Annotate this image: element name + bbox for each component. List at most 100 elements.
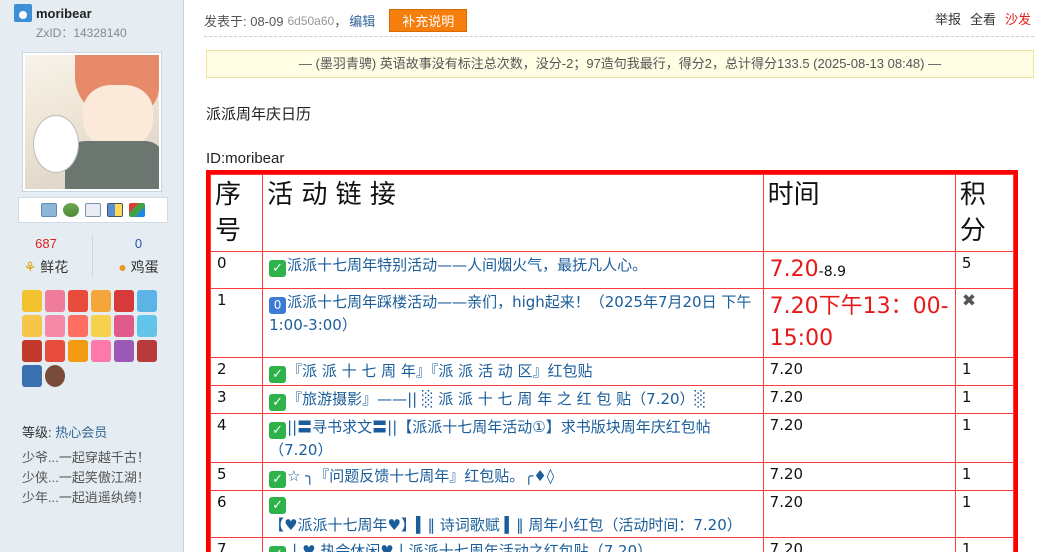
medal-icon[interactable] (22, 365, 42, 387)
header-index: 序号 (210, 174, 264, 252)
event-link[interactable]: 【♥派派十七周年♥】▍‖ 诗词歌赋 ▍‖ 周年小红包（活动时间：7.20） (269, 516, 742, 534)
row-index: 0 (210, 251, 264, 289)
post-main: 发表于: 08-09 6d50a60 ， 编辑 补充说明 举报 全看 沙发 — … (184, 0, 1053, 552)
user-icon (14, 4, 32, 22)
row-time: 7.20 (762, 413, 956, 463)
events-table-frame: 序号 活 动 链 接 时间 积分 0 ✓ 派派十七周年特别活动——人间烟火气，最抚… (206, 170, 1018, 552)
row-index: 4 (210, 413, 264, 463)
row-index: 1 (210, 288, 264, 358)
medal-icon[interactable] (45, 315, 65, 337)
album-icon[interactable] (107, 203, 123, 217)
header-time: 时间 (762, 174, 956, 252)
rating-notice: — (墨羽青骋) 英语故事没有标注总次数，没分-2；97造句我最行，得分2，总计… (206, 50, 1034, 78)
post-id-text: ID:moribear (206, 150, 285, 167)
event-link[interactable]: ☆ ╮『问题反馈十七周年』红包贴。╭♦◊ (287, 467, 554, 485)
row-score: 1 (954, 490, 1014, 538)
egg-icon: ● (118, 259, 127, 275)
row-time: 7.20 (762, 490, 956, 538)
table-row: 5 ✓ ☆ ╮『问题反馈十七周年』红包贴。╭♦◊ 7.20 1 (210, 462, 1014, 491)
row-score: 1 (954, 413, 1014, 463)
cross-icon: ✖ (961, 291, 977, 311)
row-score: 1 (954, 462, 1014, 491)
motto-line: 少侠...一起笑傲江湖！ (22, 470, 150, 485)
user-tool-icons (18, 197, 168, 223)
medal-icon[interactable] (45, 340, 65, 362)
medal-icon[interactable] (22, 315, 42, 337)
motto-line: 少年...一起逍遥纨绔！ (22, 490, 150, 505)
check-icon: ✓ (269, 366, 287, 383)
add-friend-icon[interactable] (63, 203, 79, 217)
view-all-link[interactable]: 全看 (970, 9, 996, 28)
edit-link[interactable]: 编辑 (349, 11, 375, 30)
medal-icon[interactable] (137, 340, 157, 362)
row-time: 7.20 (762, 462, 956, 491)
table-row: 7 ✓丨♥ 热会休闲♥丨派派十七周年活动之红包贴（7.20） 7.20 1 (210, 537, 1014, 552)
row-time: 7.20 (762, 357, 956, 386)
blocks-icon[interactable] (129, 203, 145, 217)
flower-icon: ⚘ (23, 259, 37, 275)
header-score: 积分 (954, 174, 1014, 252)
medal-icon[interactable] (68, 340, 88, 362)
profile-icon[interactable] (85, 203, 101, 217)
medal-icon[interactable] (68, 315, 88, 337)
event-time: 7.20下午13：00-15:00 (769, 294, 949, 351)
eggs-label: 鸡蛋 (130, 259, 159, 275)
table-row: 2 ✓ 『派 派 十 七 周 年』『派 派 活 动 区』红包贴 7.20 1 (210, 357, 1014, 386)
check-icon: ✓ (269, 394, 287, 411)
event-link[interactable]: 派派十七周年特别活动——人间烟火气，最抚凡人心。 (287, 256, 647, 274)
medal-icon[interactable] (22, 340, 42, 362)
level-value[interactable]: 热心会员 (55, 425, 107, 440)
post-time: 发表于: 08-09 (204, 14, 284, 29)
row-time: 7.20 (762, 537, 956, 552)
medal-icon[interactable] (68, 290, 88, 312)
event-link[interactable]: 派派十七周年踩楼活动——亲们，high起来！（2025年7月20日 下午1:00… (269, 293, 751, 334)
row-time: 7.20 (762, 385, 956, 414)
row-index: 6 (210, 490, 264, 538)
check-icon: ✓ (269, 546, 287, 552)
username-link[interactable]: moribear (36, 6, 92, 21)
medal-icon[interactable] (91, 315, 111, 337)
user-sidebar: moribear ZxID：14328140 687 ⚘ 鲜花 0 ● 鸡蛋 等… (0, 0, 184, 552)
motto-line: 少爷...一起穿越千古！ (22, 450, 150, 465)
event-link[interactable]: ||〓寻书求文〓||【派派十七周年活动①】求书版块周年庆红包帖（7.20） (269, 418, 711, 459)
medal-icon[interactable] (137, 315, 157, 337)
event-link[interactable]: 『派 派 十 七 周 年』『派 派 活 动 区』红包贴 (287, 362, 592, 380)
supplement-button[interactable]: 补充说明 (389, 9, 468, 32)
event-link[interactable]: 『旅游摄影』——|| ░ 派 派 十 七 周 年 之 红 包 贴（7.20）░ (287, 390, 706, 408)
user-motto: 少爷...一起穿越千古！ 少侠...一起笑傲江湖！ 少年...一起逍遥纨绔！ (22, 448, 150, 508)
event-link[interactable]: 丨♥ 热会休闲♥丨派派十七周年活动之红包贴（7.20） (287, 542, 652, 552)
table-row: 0 ✓ 派派十七周年特别活动——人间烟火气，最抚凡人心。 7.20-8.9 5 (210, 251, 1014, 289)
eggs-stat[interactable]: 0 ● 鸡蛋 (92, 236, 184, 277)
row-score: 1 (954, 357, 1014, 386)
row-index: 3 (210, 385, 264, 414)
events-table: 序号 活 动 链 接 时间 积分 0 ✓ 派派十七周年特别活动——人间烟火气，最抚… (210, 174, 1014, 552)
medal-icon[interactable] (45, 290, 65, 312)
table-row: 6 ✓ 【♥派派十七周年♥】▍‖ 诗词歌赋 ▍‖ 周年小红包（活动时间：7.20）… (210, 490, 1014, 538)
medal-icon[interactable] (91, 290, 111, 312)
medal-icon[interactable] (114, 340, 134, 362)
sofa-floor-link[interactable]: 沙发 (1005, 9, 1031, 28)
meta-separator: ， (334, 14, 348, 29)
event-time: 7.20 (769, 257, 819, 282)
row-score: 1 (954, 537, 1014, 552)
user-level: 等级: 热心会员 (22, 422, 107, 441)
avatar[interactable] (22, 52, 162, 192)
medal-icon[interactable] (114, 315, 134, 337)
table-row: 1 0 派派十七周年踩楼活动——亲们，high起来！（2025年7月20日 下午1… (210, 288, 1014, 358)
user-header: moribear ZxID：14328140 (0, 0, 183, 40)
check-icon: ✓ (269, 497, 287, 514)
post-meta: 发表于: 08-09 6d50a60 ， 编辑 补充说明 (204, 9, 468, 32)
flowers-stat[interactable]: 687 ⚘ 鲜花 (0, 236, 92, 277)
medal-icon[interactable] (114, 290, 134, 312)
message-icon[interactable] (41, 203, 57, 217)
check-icon: ✓ (269, 471, 287, 488)
report-link[interactable]: 举报 (935, 9, 961, 28)
table-row: 4 ✓ ||〓寻书求文〓||【派派十七周年活动①】求书版块周年庆红包帖（7.20）… (210, 413, 1014, 463)
flowers-count: 687 (35, 236, 57, 251)
row-index: 7 (210, 537, 264, 552)
medal-icon[interactable] (22, 290, 42, 312)
medal-icon[interactable] (137, 290, 157, 312)
medal-icon[interactable] (91, 340, 111, 362)
table-header-row: 序号 活 动 链 接 时间 积分 (210, 174, 1014, 252)
medal-icon[interactable] (45, 365, 65, 387)
